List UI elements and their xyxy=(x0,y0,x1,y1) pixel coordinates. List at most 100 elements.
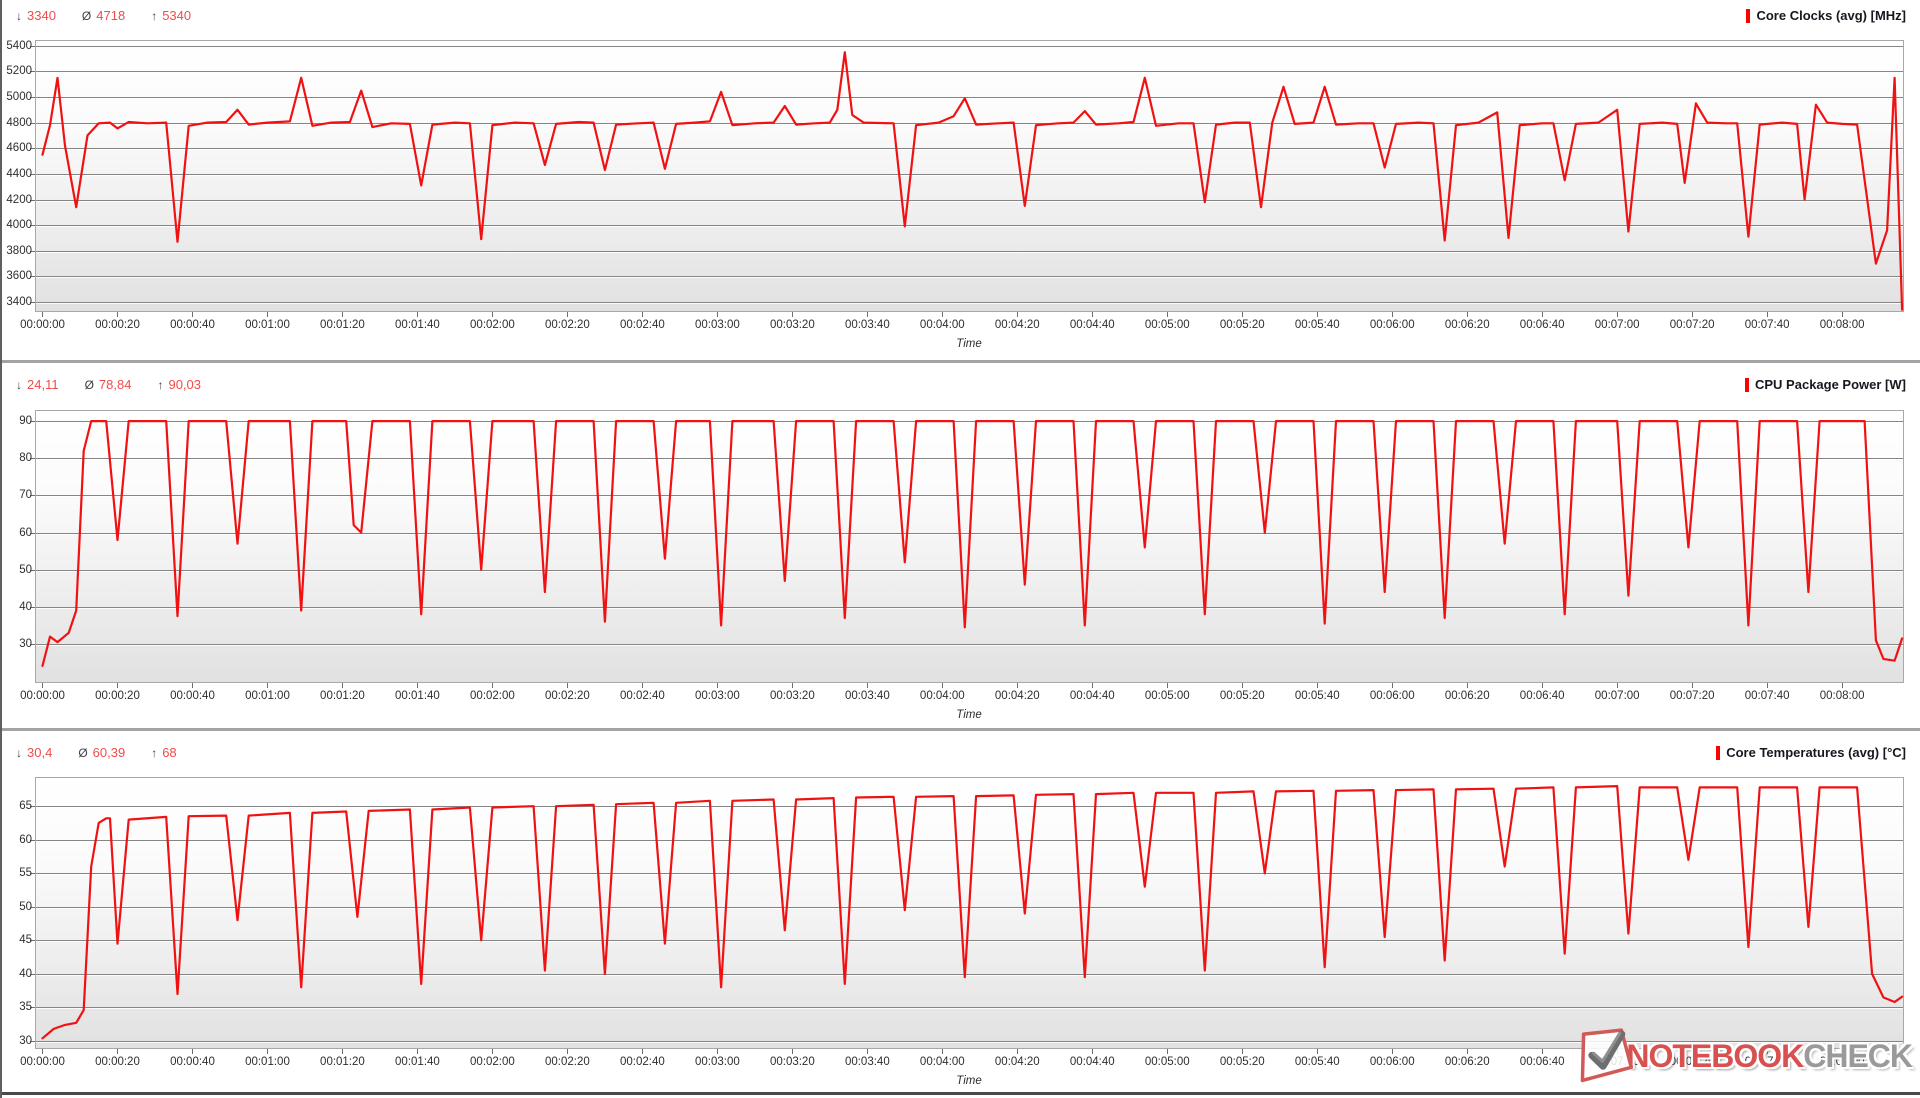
y-tick-label: 4000 xyxy=(2,218,32,232)
x-tick-label: 00:08:00 xyxy=(1820,690,1865,702)
x-tick-label: 00:02:20 xyxy=(545,690,590,702)
x-tick-label: 00:06:20 xyxy=(1445,690,1490,702)
x-tick-label: 00:00:20 xyxy=(95,690,140,702)
x-tick-label: 00:00:00 xyxy=(20,319,65,331)
y-tick-label: 40 xyxy=(2,600,32,614)
x-tick-label: 00:00:20 xyxy=(95,1056,140,1068)
x-tick-label: 00:04:20 xyxy=(995,1056,1040,1068)
notebookcheck-logo: NOTEBOOKCHECK xyxy=(1572,1026,1912,1086)
x-tick-label: 00:03:40 xyxy=(845,690,890,702)
x-tick-label: 00:03:20 xyxy=(770,319,815,331)
x-tick-label: 00:05:40 xyxy=(1295,319,1340,331)
chart3-header: ↓ 30,4 Ø 60,39 ↑ 68 Core Temperatures (a… xyxy=(2,745,1920,765)
x-tick-label: 00:01:00 xyxy=(245,319,290,331)
y-tick-label: 80 xyxy=(2,451,32,465)
chart1-header: ↓ 3340 Ø 4718 ↑ 5340 Core Clocks (avg) [… xyxy=(2,8,1920,28)
x-tick-label: 00:07:40 xyxy=(1745,690,1790,702)
y-tick-label: 5000 xyxy=(2,90,32,104)
y-tick-label: 3400 xyxy=(2,295,32,309)
chart2-min-value: 24,11 xyxy=(27,377,59,392)
x-tick-label: 00:07:40 xyxy=(1745,319,1790,331)
x-tick-label: 00:01:40 xyxy=(395,690,440,702)
x-tick-label: 00:02:40 xyxy=(620,319,665,331)
y-tick-label: 4400 xyxy=(2,167,32,181)
x-tick-label: 00:04:00 xyxy=(920,319,965,331)
chart1-x-axis: 00:00:0000:00:2000:00:4000:01:0000:01:20… xyxy=(2,319,1920,335)
chart1-avg-value: 4718 xyxy=(96,8,125,23)
max-arrow-icon: ↑ xyxy=(157,378,163,392)
chart2-header: ↓ 24,11 Ø 78,84 ↑ 90,03 CPU Package Powe… xyxy=(2,377,1920,397)
chart3-stats: ↓ 30,4 Ø 60,39 ↑ 68 xyxy=(16,745,177,760)
x-tick-label: 00:00:40 xyxy=(170,319,215,331)
x-tick-label: 00:03:00 xyxy=(695,1056,740,1068)
chart2-title: CPU Package Power [W] xyxy=(1745,377,1906,392)
x-tick-label: 00:04:40 xyxy=(1070,1056,1115,1068)
max-arrow-icon: ↑ xyxy=(151,9,157,23)
x-tick-label: 00:04:00 xyxy=(920,1056,965,1068)
y-tick-label: 60 xyxy=(2,526,32,540)
x-tick-label: 00:01:40 xyxy=(395,319,440,331)
chart1-avg-stat: Ø 4718 xyxy=(82,8,125,23)
y-tick-label: 45 xyxy=(2,933,32,947)
x-tick-label: 00:04:40 xyxy=(1070,319,1115,331)
chart1-title-text: Core Clocks (avg) [MHz] xyxy=(1756,8,1906,23)
notebookcheck-shield-check-icon xyxy=(1569,1023,1641,1090)
y-tick-label: 4600 xyxy=(2,141,32,155)
chart-canvas xyxy=(35,777,1904,1057)
chart1-max-value: 5340 xyxy=(162,8,191,23)
chart2-avg-value: 78,84 xyxy=(99,377,132,392)
x-tick-label: 00:04:40 xyxy=(1070,690,1115,702)
x-tick-label: 00:04:20 xyxy=(995,319,1040,331)
data-series-line xyxy=(43,786,1903,1038)
chart3-title: Core Temperatures (avg) [°C] xyxy=(1716,745,1906,760)
x-tick-label: 00:02:40 xyxy=(620,1056,665,1068)
y-tick-label: 60 xyxy=(2,833,32,847)
window-bottom-border xyxy=(2,1092,1920,1095)
x-tick-label: 00:00:00 xyxy=(20,690,65,702)
x-tick-label: 00:03:40 xyxy=(845,1056,890,1068)
avg-symbol-icon: Ø xyxy=(85,378,94,392)
chart3-time-axis-label: Time xyxy=(956,1075,981,1087)
x-tick-label: 00:04:00 xyxy=(920,690,965,702)
x-tick-label: 00:02:00 xyxy=(470,1056,515,1068)
min-arrow-icon: ↓ xyxy=(16,378,22,392)
chart1-stats: ↓ 3340 Ø 4718 ↑ 5340 xyxy=(16,8,191,23)
y-tick-label: 5200 xyxy=(2,64,32,78)
log-viewer: ↓ 3340 Ø 4718 ↑ 5340 Core Clocks (avg) [… xyxy=(0,0,1920,1098)
chart2-max-stat: ↑ 90,03 xyxy=(157,377,201,392)
x-tick-label: 00:06:00 xyxy=(1370,690,1415,702)
chart2-plot-area xyxy=(35,410,1904,683)
x-tick-label: 00:06:20 xyxy=(1445,1056,1490,1068)
x-tick-label: 00:05:40 xyxy=(1295,1056,1340,1068)
x-tick-label: 00:01:20 xyxy=(320,1056,365,1068)
y-tick-label: 30 xyxy=(2,1034,32,1048)
chart1-time-axis-label: Time xyxy=(956,338,981,350)
y-tick-label: 3800 xyxy=(2,244,32,258)
legend-color-bar-icon xyxy=(1746,9,1750,23)
x-tick-label: 00:06:00 xyxy=(1370,319,1415,331)
chart1-title: Core Clocks (avg) [MHz] xyxy=(1746,8,1906,23)
data-series-line xyxy=(43,52,1903,310)
x-tick-label: 00:01:20 xyxy=(320,319,365,331)
x-tick-label: 00:03:00 xyxy=(695,319,740,331)
chart2-time-axis-label: Time xyxy=(956,709,981,721)
chart3-min-value: 30,4 xyxy=(27,745,52,760)
x-tick-label: 00:07:20 xyxy=(1670,319,1715,331)
y-tick-label: 55 xyxy=(2,866,32,880)
logo-text-check: CHECK xyxy=(1803,1040,1912,1072)
x-tick-label: 00:06:40 xyxy=(1520,690,1565,702)
x-tick-label: 00:05:20 xyxy=(1220,319,1265,331)
chart-canvas xyxy=(35,410,1904,691)
chart1-plot-area xyxy=(35,40,1904,312)
x-tick-label: 00:05:00 xyxy=(1145,1056,1190,1068)
chart2-min-stat: ↓ 24,11 xyxy=(16,377,59,392)
y-tick-label: 70 xyxy=(2,488,32,502)
x-tick-label: 00:05:00 xyxy=(1145,319,1190,331)
chart2-stats: ↓ 24,11 Ø 78,84 ↑ 90,03 xyxy=(16,377,201,392)
x-tick-label: 00:08:00 xyxy=(1820,319,1865,331)
y-tick-label: 4200 xyxy=(2,193,32,207)
chart3-max-value: 68 xyxy=(162,745,176,760)
chart3-min-stat: ↓ 30,4 xyxy=(16,745,52,760)
chart-canvas xyxy=(35,40,1904,320)
x-tick-label: 00:02:00 xyxy=(470,319,515,331)
